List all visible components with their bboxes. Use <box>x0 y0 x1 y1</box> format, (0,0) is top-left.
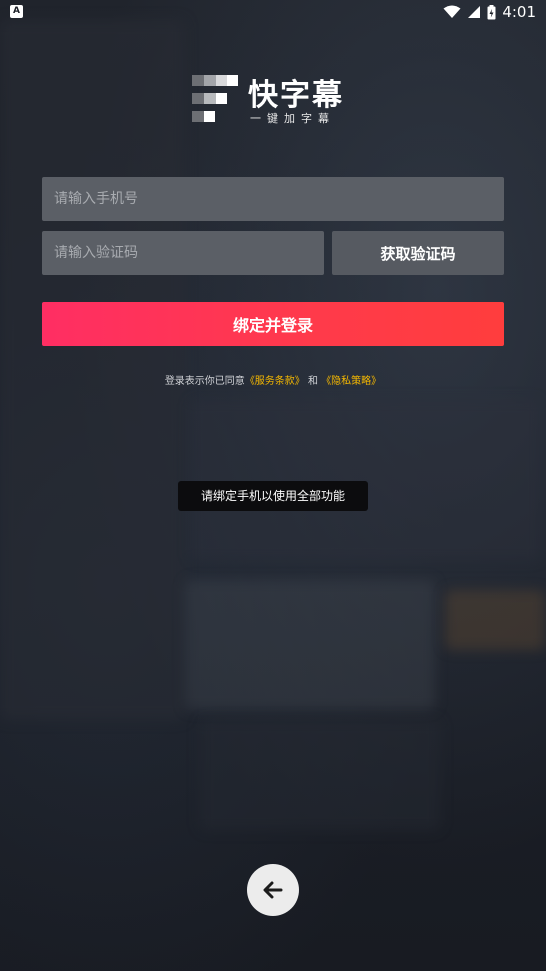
verification-code-input[interactable] <box>42 231 324 275</box>
status-bar: A 4:01 <box>0 0 546 24</box>
phone-input[interactable] <box>42 177 504 221</box>
a-notification-icon: A <box>10 5 23 18</box>
battery-icon <box>487 4 496 19</box>
agreement-prefix: 登录表示你已同意 <box>164 376 245 387</box>
bind-and-login-button[interactable]: 绑定并登录 <box>42 302 504 346</box>
signal-icon <box>468 6 481 18</box>
status-time: 4:01 <box>502 3 536 21</box>
app-title: 快字幕 <box>248 78 344 113</box>
agreement-connector: 和 <box>308 376 318 387</box>
status-icons: 4:01 <box>443 2 536 22</box>
logo-mark-icon <box>192 75 238 122</box>
privacy-link[interactable]: 《隐私策略》 <box>321 376 381 387</box>
get-code-button[interactable]: 获取验证码 <box>332 231 504 275</box>
toast-message: 请绑定手机以使用全部功能 <box>178 481 368 511</box>
back-button[interactable] <box>247 864 299 916</box>
agreement-text: 登录表示你已同意《服务条款》 和 《隐私策略》 <box>0 372 546 387</box>
wifi-icon <box>443 5 461 18</box>
arrow-left-icon <box>263 881 283 899</box>
app-slogan: 一键加字幕 <box>250 112 335 125</box>
app-logo: 快字幕 一键加字幕 <box>192 70 362 130</box>
terms-link[interactable]: 《服务条款》 <box>245 376 305 387</box>
